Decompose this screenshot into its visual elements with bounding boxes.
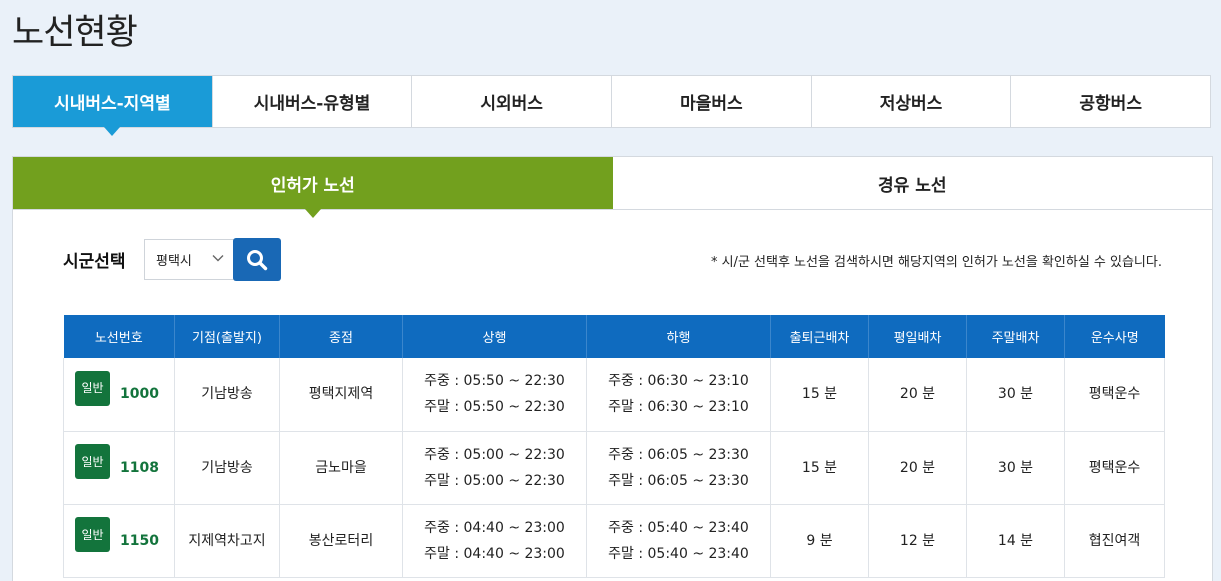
downbound-cell: 주중 : 06:30 ~ 23:10 주말 : 06:30 ~ 23:10: [586, 358, 771, 432]
upbound-weekday: 주중 : 05:50 ~ 22:30: [424, 373, 565, 390]
tab-intercity-bus[interactable]: 시외버스: [411, 76, 611, 127]
tab-via-routes[interactable]: 경유 노선: [612, 157, 1212, 209]
table-row[interactable]: 일반 1000 기남방송 평택지제역 주중 : 05:50 ~ 22:30 주말 :…: [63, 358, 1165, 432]
company-cell: 평택운수: [1064, 358, 1165, 432]
downbound-weekend: 주말 : 05:40 ~ 23:40: [608, 545, 749, 562]
search-icon: [247, 249, 268, 270]
upbound-weekend: 주말 : 05:50 ~ 22:30: [424, 399, 565, 416]
table-row[interactable]: 일반 1150 지제역차고지 봉산로터리 주중 : 04:40 ~ 23:00 주말…: [63, 504, 1165, 578]
rush-interval-cell: 15 분: [770, 358, 869, 432]
table-row[interactable]: 일반 1108 기남방송 금노마을 주중 : 05:00 ~ 22:30 주말 : …: [63, 431, 1165, 505]
header-weekday-interval: 평일배차: [868, 315, 967, 358]
city-select[interactable]: 평택시: [144, 239, 234, 280]
route-type-badge: 일반: [75, 370, 110, 406]
bus-type-tabs: 시내버스-지역별 시내버스-유형별 시외버스 마을버스 저상버스 공항버스: [12, 75, 1211, 136]
weekday-interval-cell: 12 분: [868, 504, 967, 578]
tab-city-bus-by-region[interactable]: 시내버스-지역별: [13, 76, 212, 136]
origin-cell: 기남방송: [174, 431, 280, 505]
terminus-cell: 금노마을: [279, 431, 403, 505]
downbound-weekday: 주중 : 06:30 ~ 23:10: [608, 373, 749, 390]
route-number[interactable]: 1150: [120, 528, 159, 554]
header-origin: 기점(출발지): [174, 315, 280, 358]
downbound-weekend: 주말 : 06:30 ~ 23:10: [608, 399, 749, 416]
weekday-interval-cell: 20 분: [868, 358, 967, 432]
header-rush-interval: 출퇴근배차: [770, 315, 869, 358]
upbound-cell: 주중 : 04:40 ~ 23:00 주말 : 04:40 ~ 23:00: [402, 504, 587, 578]
header-company: 운수사명: [1064, 315, 1165, 358]
tab-village-bus[interactable]: 마을버스: [611, 76, 811, 127]
search-button[interactable]: [233, 238, 281, 281]
tab-licensed-routes[interactable]: 인허가 노선: [13, 157, 613, 218]
route-sub-tabs: 인허가 노선 경유 노선: [13, 157, 1212, 218]
downbound-cell: 주중 : 05:40 ~ 23:40 주말 : 05:40 ~ 23:40: [586, 504, 771, 578]
terminus-cell: 봉산로터리: [279, 504, 403, 578]
company-cell: 평택운수: [1064, 431, 1165, 505]
route-number[interactable]: 1000: [120, 381, 159, 407]
rush-interval-cell: 15 분: [770, 431, 869, 505]
weekend-interval-cell: 30 분: [966, 358, 1065, 432]
header-route-no: 노선번호: [63, 315, 175, 358]
origin-cell: 기남방송: [174, 358, 280, 432]
upbound-weekend: 주말 : 04:40 ~ 23:00: [424, 545, 565, 562]
downbound-weekend: 주말 : 06:05 ~ 23:30: [608, 472, 749, 489]
upbound-weekend: 주말 : 05:00 ~ 22:30: [424, 472, 565, 489]
upbound-cell: 주중 : 05:50 ~ 22:30 주말 : 05:50 ~ 22:30: [402, 358, 587, 432]
terminus-cell: 평택지제역: [279, 358, 403, 432]
tab-city-bus-by-type[interactable]: 시내버스-유형별: [211, 76, 412, 127]
route-type-badge: 일반: [75, 517, 110, 552]
rush-interval-cell: 9 분: [770, 504, 869, 578]
header-upbound: 상행: [402, 315, 587, 358]
downbound-cell: 주중 : 06:05 ~ 23:30 주말 : 06:05 ~ 23:30: [586, 431, 771, 505]
route-table: 노선번호 기점(출발지) 종점 상행 하행 출퇴근배차 평일배차 주말배차 운수…: [63, 315, 1165, 578]
table-header-row: 노선번호 기점(출발지) 종점 상행 하행 출퇴근배차 평일배차 주말배차 운수…: [63, 315, 1165, 358]
city-select-value: 평택시: [156, 254, 192, 269]
company-cell: 협진여객: [1064, 504, 1165, 578]
weekday-interval-cell: 20 분: [868, 431, 967, 505]
header-weekend-interval: 주말배차: [966, 315, 1065, 358]
header-terminus: 종점: [279, 315, 403, 358]
upbound-weekday: 주중 : 05:00 ~ 22:30: [424, 446, 565, 463]
tab-airport-bus[interactable]: 공항버스: [1010, 76, 1210, 127]
header-downbound: 하행: [586, 315, 771, 358]
tab-low-floor-bus[interactable]: 저상버스: [810, 76, 1011, 127]
weekend-interval-cell: 14 분: [966, 504, 1065, 578]
chevron-down-icon: [212, 255, 224, 262]
page-title: 노선현황: [12, 13, 138, 53]
route-type-badge: 일반: [75, 444, 110, 479]
upbound-cell: 주중 : 05:00 ~ 22:30 주말 : 05:00 ~ 22:30: [402, 431, 587, 505]
route-panel: 인허가 노선 경유 노선 시군선택 평택시 * 시/군 선택후 노선을 검색하시…: [12, 156, 1213, 581]
downbound-weekday: 주중 : 05:40 ~ 23:40: [608, 519, 749, 536]
route-number[interactable]: 1108: [120, 455, 159, 481]
upbound-weekday: 주중 : 04:40 ~ 23:00: [424, 519, 565, 536]
weekend-interval-cell: 30 분: [966, 431, 1065, 505]
city-select-label: 시군선택: [63, 252, 126, 272]
search-notice: * 시/군 선택후 노선을 검색하시면 해당지역의 인허가 노선을 확인하실 수…: [710, 255, 1162, 270]
origin-cell: 지제역차고지: [174, 504, 280, 578]
downbound-weekday: 주중 : 06:05 ~ 23:30: [608, 446, 749, 463]
